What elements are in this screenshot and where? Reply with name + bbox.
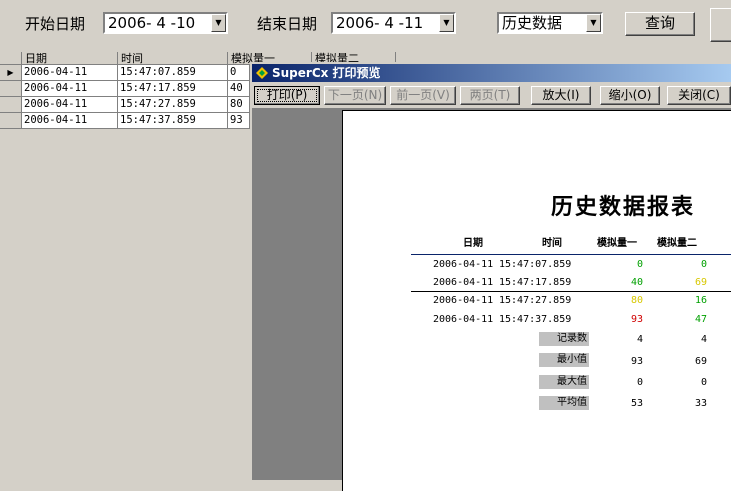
summary-label-count: 记录数 (539, 332, 589, 346)
summary-label-avg: 平均值 (539, 396, 589, 410)
data-type-select[interactable]: 历史数据 ▼ (497, 12, 603, 34)
print-preview-window: SuperCx 打印预览 打印(P) 下一页(N) 前一页(V) 两页(T) 放… (250, 62, 731, 491)
report-cell-analog2: 16 (694, 295, 707, 306)
summary-min-analog1: 93 (630, 356, 643, 367)
app-icon (255, 66, 269, 80)
row-divider (411, 291, 731, 292)
summary-min-analog2: 69 (694, 356, 707, 367)
report-cell-time: 15:47:17.859 (499, 277, 572, 288)
report-title: 历史数据报表 (551, 194, 696, 220)
report-cell-time: 15:47:07.859 (499, 259, 572, 270)
chevron-down-icon[interactable]: ▼ (211, 14, 226, 32)
cell-analog1[interactable]: 80 (228, 97, 250, 113)
chevron-down-icon[interactable]: ▼ (586, 14, 601, 32)
report-cell-analog1: 40 (630, 277, 643, 288)
report-cell-analog2: 0 (700, 259, 707, 270)
grid-corner (0, 52, 22, 65)
report-cell-time: 15:47:37.859 (499, 314, 572, 325)
current-row-indicator-icon: ▶ (0, 65, 22, 81)
report-cell-analog1: 80 (630, 295, 643, 306)
cell-time[interactable]: 15:47:27.859 (118, 97, 228, 113)
start-date-value: 2006- 4 -10 (108, 14, 196, 32)
column-header-date[interactable]: 日期 (22, 52, 118, 65)
preview-canvas[interactable]: 历史数据报表 日期 时间 模拟量一 模拟量二 2006-04-11 15:47:… (252, 108, 731, 491)
cell-date[interactable]: 2006-04-11 (22, 113, 118, 129)
summary-label-max: 最大值 (539, 375, 589, 389)
summary-max-analog1: 0 (636, 377, 643, 388)
cell-date[interactable]: 2006-04-11 (22, 81, 118, 97)
cell-analog1[interactable]: 93 (228, 113, 250, 129)
next-page-button[interactable]: 下一页(N) (324, 86, 386, 105)
report-header-analog1: 模拟量一 (597, 238, 637, 249)
end-date-label: 结束日期 (257, 15, 318, 33)
cell-time[interactable]: 15:47:37.859 (118, 113, 228, 129)
data-grid: 日期 时间 模拟量一 模拟量二 ▶ 2006-04-11 15:47:07.85… (0, 52, 396, 480)
two-pages-button[interactable]: 两页(T) (460, 86, 520, 105)
print-button[interactable]: 打印(P) (254, 86, 320, 105)
cell-analog1[interactable]: 40 (228, 81, 250, 97)
report-cell-date: 2006-04-11 (433, 314, 494, 325)
cell-date[interactable]: 2006-04-11 (22, 65, 118, 81)
cell-analog1[interactable]: 0 (228, 65, 250, 81)
report-cell-date: 2006-04-11 (433, 277, 494, 288)
report-header-date: 日期 (463, 238, 483, 249)
row-indicator (0, 97, 22, 113)
report-header-analog2: 模拟量二 (657, 238, 697, 249)
query-button[interactable]: 查询 (625, 12, 695, 36)
summary-avg-analog1: 53 (630, 398, 643, 409)
close-button[interactable]: 关闭(C) (667, 86, 731, 105)
prev-page-button[interactable]: 前一页(V) (390, 86, 456, 105)
cell-time[interactable]: 15:47:17.859 (118, 81, 228, 97)
preview-titlebar[interactable]: SuperCx 打印预览 (252, 64, 731, 82)
cell-time[interactable]: 15:47:07.859 (118, 65, 228, 81)
report-cell-analog1: 93 (630, 314, 643, 325)
summary-label-min: 最小值 (539, 353, 589, 367)
report-cell-analog1: 0 (636, 259, 643, 270)
report-cell-time: 15:47:27.859 (499, 295, 572, 306)
end-date-value: 2006- 4 -11 (336, 14, 424, 32)
row-indicator (0, 113, 22, 129)
start-date-picker[interactable]: 2006- 4 -10 ▼ (103, 12, 228, 34)
report-cell-analog2: 69 (694, 277, 707, 288)
chevron-down-icon[interactable]: ▼ (439, 14, 454, 32)
zoom-in-button[interactable]: 放大(I) (531, 86, 591, 105)
column-header-time[interactable]: 时间 (118, 52, 228, 65)
report-cell-date: 2006-04-11 (433, 259, 494, 270)
preview-title: SuperCx 打印预览 (272, 66, 381, 80)
start-date-label: 开始日期 (25, 15, 86, 33)
report-page: 历史数据报表 日期 时间 模拟量一 模拟量二 2006-04-11 15:47:… (342, 110, 731, 491)
report-cell-analog2: 47 (694, 314, 707, 325)
data-type-value: 历史数据 (502, 14, 563, 32)
summary-count-analog1: 4 (636, 334, 643, 345)
report-cell-date: 2006-04-11 (433, 295, 494, 306)
report-header-time: 时间 (542, 238, 562, 249)
end-date-picker[interactable]: 2006- 4 -11 ▼ (331, 12, 456, 34)
summary-max-analog2: 0 (700, 377, 707, 388)
summary-count-analog2: 4 (700, 334, 707, 345)
header-divider (411, 254, 731, 255)
zoom-out-button[interactable]: 缩小(O) (600, 86, 660, 105)
row-indicator (0, 81, 22, 97)
summary-avg-analog2: 33 (694, 398, 707, 409)
cell-date[interactable]: 2006-04-11 (22, 97, 118, 113)
extra-button[interactable] (710, 8, 731, 42)
